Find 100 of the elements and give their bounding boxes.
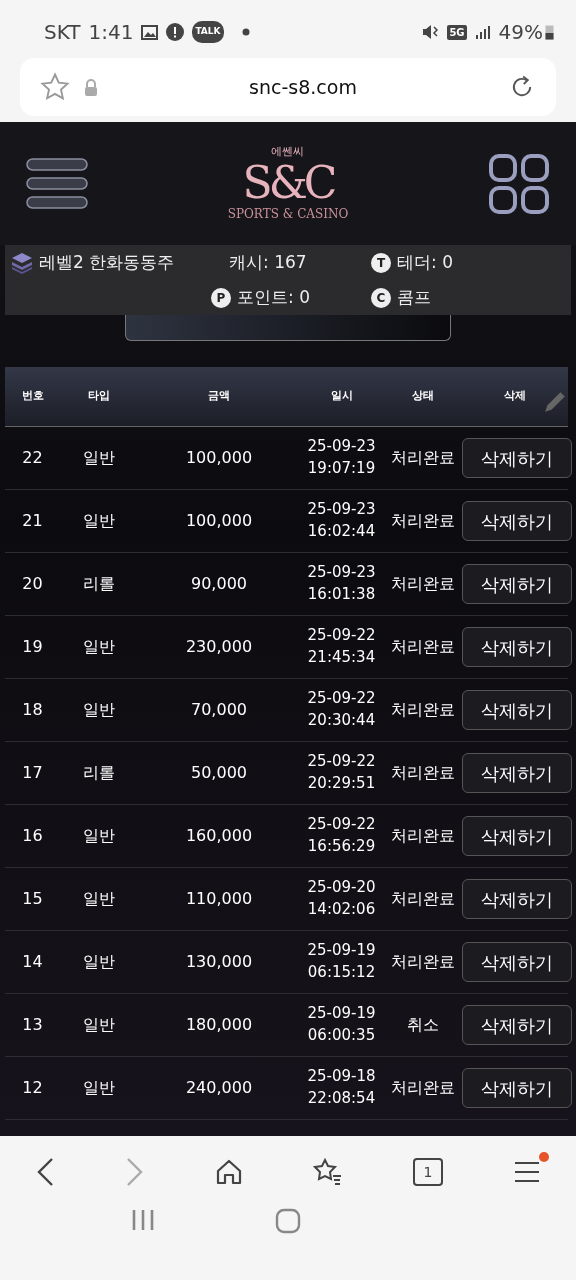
row-number: 16 <box>21 825 44 847</box>
date-text: 25-09-23 <box>306 436 377 458</box>
row-number: 12 <box>21 1077 44 1099</box>
amount-cell-text: 130,000 <box>184 951 254 973</box>
user-level: 레벨2 한화동동주 <box>39 250 175 274</box>
row-number: 15 <box>21 888 44 910</box>
type-cell-text: 일반 <box>82 1014 116 1036</box>
delete-button[interactable]: 삭제하기 <box>462 501 572 541</box>
row-number: 14 <box>21 951 44 973</box>
cash-balance: 캐시: 167 <box>228 250 308 274</box>
recent-apps-icon[interactable] <box>131 1208 155 1232</box>
amount-cell-text: 70,000 <box>190 699 248 721</box>
delete-button[interactable]: 삭제하기 <box>462 564 572 604</box>
network-label: 5G <box>447 24 467 40</box>
bookmarks-icon[interactable] <box>313 1158 343 1186</box>
tether-badge: T <box>371 252 391 273</box>
chat-badge: TALK <box>192 21 224 43</box>
dot-icon <box>241 28 250 36</box>
amount-cell-text: 100,000 <box>184 510 254 532</box>
delete-button[interactable]: 삭제하기 <box>462 816 572 856</box>
status-cell-text: 취소 <box>405 1014 440 1036</box>
time-text: 20:30:44 <box>306 710 377 731</box>
back-icon[interactable] <box>35 1157 55 1187</box>
status-cell-text: 처리완료 <box>389 888 456 910</box>
delete-button[interactable]: 삭제하기 <box>462 753 572 793</box>
date-text: 25-09-22 <box>306 688 377 710</box>
battery-icon <box>545 24 554 40</box>
date-text: 25-09-18 <box>306 1066 377 1088</box>
status-cell-text: 처리완료 <box>389 510 456 532</box>
status-cell-text: 처리완료 <box>389 636 456 658</box>
delete-button[interactable]: 삭제하기 <box>462 690 572 730</box>
date-text: 25-09-22 <box>306 625 377 647</box>
carrier-name: SKT <box>44 19 81 46</box>
date-text: 25-09-23 <box>306 499 377 521</box>
delete-button[interactable]: 삭제하기 <box>462 438 572 478</box>
tabs-button[interactable]: 1 <box>413 1158 443 1186</box>
comp-badge: C <box>371 287 391 308</box>
type-cell-text: 일반 <box>82 1077 116 1099</box>
column-header: 일시 <box>330 388 353 405</box>
comp-label[interactable]: 콤프 <box>397 284 431 311</box>
time-text: 19:07:19 <box>306 458 377 479</box>
time-text: 16:01:38 <box>306 584 377 605</box>
delete-button[interactable]: 삭제하기 <box>462 1005 572 1045</box>
type-cell-text: 일반 <box>82 825 116 847</box>
row-number: 17 <box>21 762 44 784</box>
status-cell-text: 처리완료 <box>389 951 456 973</box>
type-cell-text: 일반 <box>82 636 116 658</box>
home-icon[interactable] <box>215 1158 243 1186</box>
type-cell-text: 리롤 <box>82 762 116 784</box>
logo-tagline: SPORTS & CASINO <box>227 205 349 223</box>
home-button-icon[interactable] <box>275 1208 301 1234</box>
amount-cell-text: 110,000 <box>184 888 254 910</box>
column-header: 타입 <box>88 388 110 405</box>
star-icon[interactable] <box>40 72 70 102</box>
row-number: 13 <box>21 1014 44 1036</box>
status-cell-text: 처리완료 <box>389 699 456 721</box>
points-balance: 포인트: 0 <box>237 285 310 309</box>
delete-button[interactable]: 삭제하기 <box>462 879 572 919</box>
image-icon <box>141 24 159 40</box>
alert-icon <box>166 23 185 41</box>
status-cell-text: 처리완료 <box>389 1077 456 1099</box>
status-cell-text: 처리완료 <box>389 825 456 847</box>
time-text: 22:08:54 <box>306 1088 377 1109</box>
delete-button[interactable]: 삭제하기 <box>462 627 572 667</box>
dropdown-panel[interactable] <box>125 315 451 341</box>
amount-cell-text: 90,000 <box>190 573 248 595</box>
time-text: 16:02:44 <box>306 521 377 542</box>
mute-icon <box>421 23 440 41</box>
time-text: 14:02:06 <box>306 899 377 920</box>
menu-icon[interactable] <box>513 1160 541 1185</box>
type-cell-text: 일반 <box>82 699 116 721</box>
amount-cell-text: 50,000 <box>190 762 248 784</box>
time-text: 16:56:29 <box>306 836 377 857</box>
time-text: 21:45:34 <box>306 647 377 668</box>
row-number: 21 <box>21 510 44 532</box>
time-text: 06:00:35 <box>306 1025 377 1046</box>
grid-menu-icon[interactable] <box>488 152 550 215</box>
signal-icon <box>474 24 491 40</box>
type-cell-text: 일반 <box>82 951 116 973</box>
logo-background[interactable]: 에쎈씨 S&C SPORTS & CASINO <box>227 144 349 223</box>
clock-time: 1:41 <box>88 19 134 46</box>
date-text: 25-09-23 <box>306 562 377 584</box>
time-text: 20:29:51 <box>306 773 377 794</box>
date-text: 25-09-22 <box>306 751 377 773</box>
row-number: 22 <box>21 447 44 469</box>
tether-balance: 테더: 0 <box>397 250 453 274</box>
delete-button[interactable]: 삭제하기 <box>462 1068 572 1108</box>
row-number: 18 <box>21 699 44 721</box>
delete-button[interactable]: 삭제하기 <box>462 942 572 982</box>
type-cell-text: 일반 <box>82 888 116 910</box>
date-text: 25-09-22 <box>306 814 377 836</box>
amount-cell-text: 230,000 <box>184 636 254 658</box>
column-header: 상태 <box>411 388 434 405</box>
date-text: 25-09-20 <box>306 877 377 899</box>
row-number: 20 <box>21 573 44 595</box>
type-cell-text: 일반 <box>82 447 116 469</box>
time-text: 06:15:12 <box>306 962 377 983</box>
menu-icon[interactable] <box>26 157 88 210</box>
date-text: 25-09-19 <box>306 1003 377 1025</box>
row-number: 19 <box>21 636 44 658</box>
